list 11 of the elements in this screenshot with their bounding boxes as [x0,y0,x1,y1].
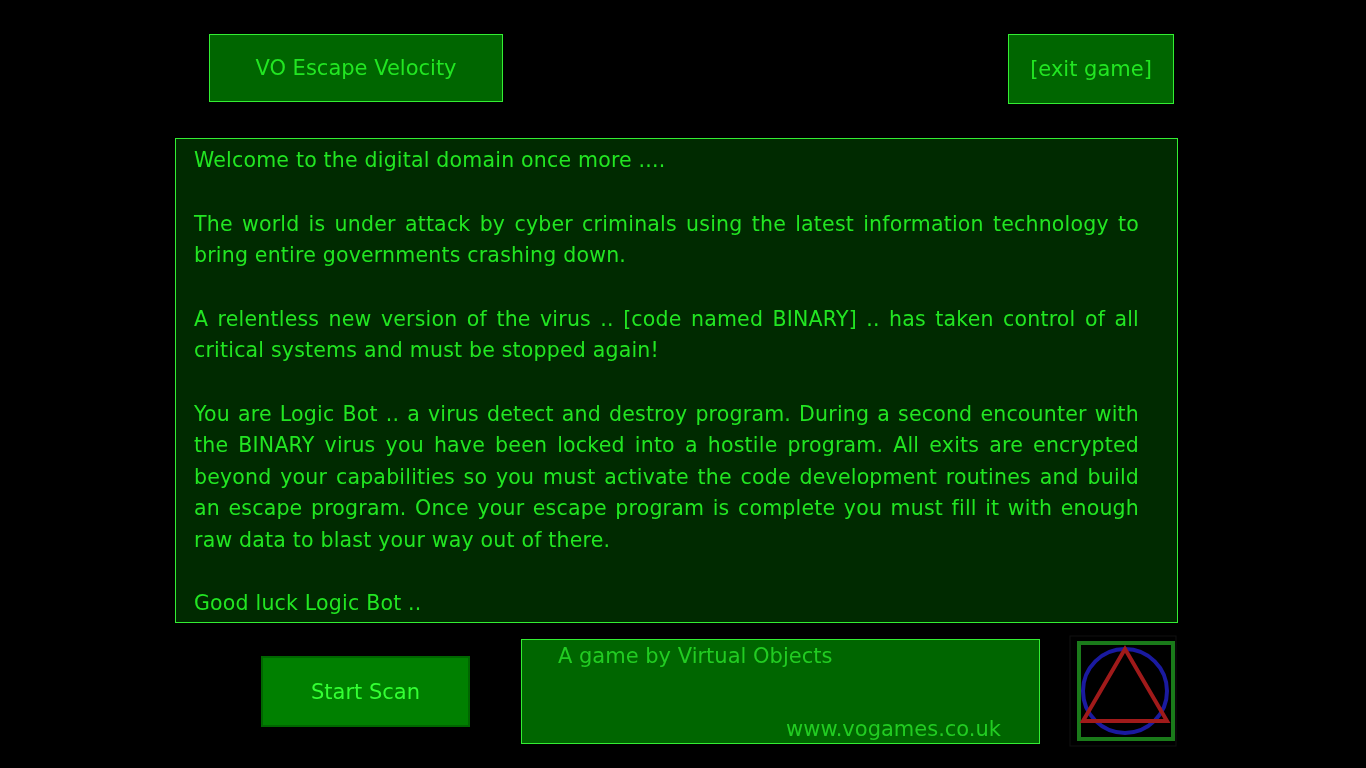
start-scan-button[interactable]: Start Scan [261,656,470,727]
website-text: www.vogames.co.uk [786,717,1001,741]
story-paragraph: The world is under attack by cyber criminals using the latest information technology to bring entire governments crashing down. [194,210,1139,269]
exit-button[interactable]: [exit game] [1008,34,1174,104]
story-paragraph: You are Logic Bot .. a virus detect and destroy program. During a second encounter with the BINARY virus you have been locked into a hostile program. All exits are encrypted beyond your capabilities so you must activate the code development routines and build an escape program. Once your escape program is complete you must fill it with enough raw data to blast your way out of there. [194,400,1139,554]
credit-text: A game by Virtual Objects [558,644,833,668]
story-paragraph: A relentless new version of the virus .. [code named BINARY] .. has taken control of all critical systems and must be stopped again! [194,305,1139,364]
game-title: VO Escape Velocity [209,34,503,102]
story-paragraph: Good luck Logic Bot .. [194,590,423,617]
logo-icon [1069,635,1177,747]
story-paragraph: Welcome to the digital domain once more .... [194,147,667,174]
